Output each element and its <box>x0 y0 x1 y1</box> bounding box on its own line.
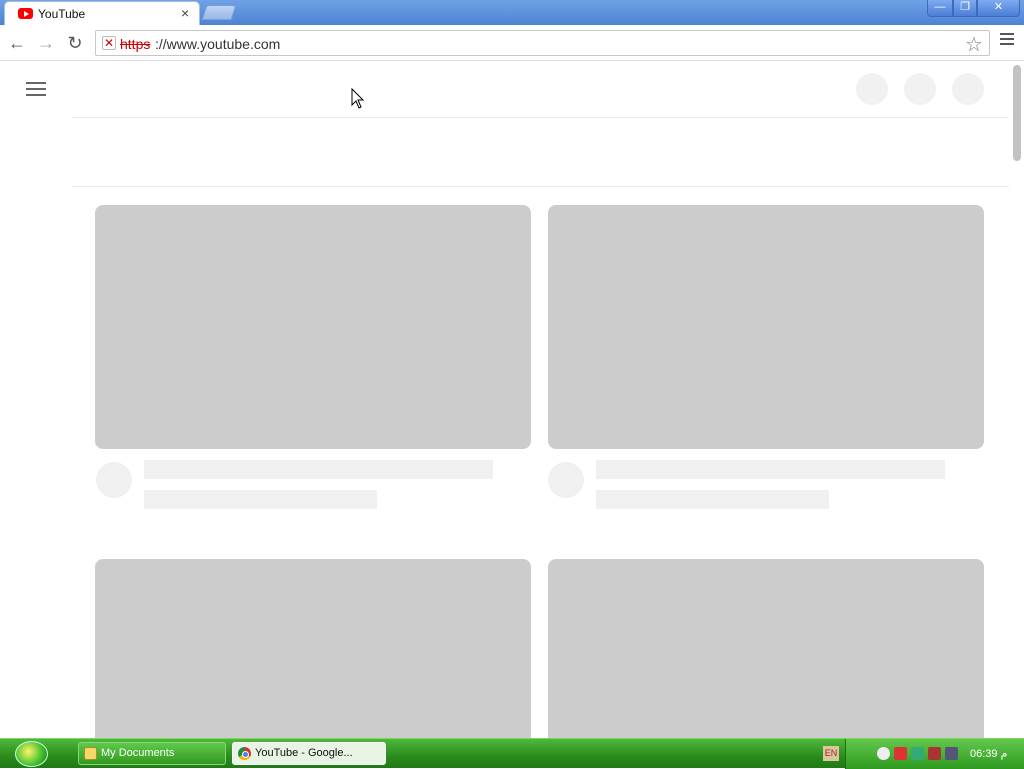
taskbar-item-my-documents[interactable]: My Documents <box>78 742 226 765</box>
channel-avatar-placeholder <box>548 462 584 498</box>
url-text: ://www.youtube.com <box>155 36 281 52</box>
security-shield-icon[interactable] <box>894 747 907 760</box>
meta-placeholder <box>144 490 377 509</box>
reload-button[interactable]: ↻ <box>63 31 87 55</box>
header-placeholder-circle <box>952 73 984 105</box>
header-divider <box>72 117 1009 118</box>
browser-titlebar: YouTube × — ❐ ✕ <box>0 0 1024 26</box>
browser-toolbar: ← → ↻ ✕ https ://www.youtube.com ☆ <box>0 25 1024 61</box>
chips-divider <box>72 186 1009 187</box>
insecure-icon[interactable]: ✕ <box>102 36 116 50</box>
scrollbar-thumb[interactable] <box>1013 65 1021 161</box>
tab-title: YouTube <box>38 7 86 21</box>
url-scheme: https <box>120 36 151 52</box>
page-viewport <box>0 62 1024 738</box>
forward-button[interactable]: → <box>34 31 58 55</box>
language-indicator[interactable]: EN <box>823 746 839 761</box>
window-maximize-button[interactable]: ❐ <box>953 0 977 17</box>
network-icon[interactable] <box>911 747 924 760</box>
start-button[interactable] <box>15 741 48 767</box>
windows-taskbar: My Documents YouTube - Google... EN 06:3… <box>0 738 1024 769</box>
task-label: My Documents <box>101 747 175 759</box>
video-thumbnail-placeholder <box>95 559 531 738</box>
taskbar-clock: 06:39 م <box>970 748 1008 760</box>
volume-icon[interactable] <box>945 747 958 760</box>
new-tab-button[interactable] <box>201 5 237 20</box>
folder-icon <box>84 747 97 760</box>
tray-app-icon[interactable] <box>877 747 890 760</box>
youtube-favicon-icon <box>18 8 33 19</box>
bookmark-star-icon[interactable]: ☆ <box>965 32 983 57</box>
task-label: YouTube - Google... <box>255 747 353 759</box>
back-button[interactable]: ← <box>5 31 29 55</box>
mouse-cursor-icon <box>351 88 365 109</box>
channel-avatar-placeholder <box>96 462 132 498</box>
page-scrollbar[interactable] <box>1010 62 1024 738</box>
hamburger-menu-icon[interactable] <box>26 82 46 96</box>
header-placeholder-circle <box>904 73 936 105</box>
taskbar-item-youtube-chrome[interactable]: YouTube - Google... <box>232 742 386 765</box>
window-minimize-button[interactable]: — <box>927 0 953 17</box>
tab-close-button[interactable]: × <box>181 5 189 21</box>
window-close-button[interactable]: ✕ <box>977 0 1020 17</box>
chrome-icon <box>238 747 251 760</box>
video-thumbnail-placeholder <box>548 205 984 449</box>
tab-youtube[interactable]: YouTube × <box>4 1 200 26</box>
title-placeholder <box>596 460 945 479</box>
video-thumbnail-placeholder <box>548 559 984 738</box>
address-bar[interactable]: ✕ https ://www.youtube.com ☆ <box>95 30 990 56</box>
title-placeholder <box>144 460 493 479</box>
meta-placeholder <box>596 490 829 509</box>
video-thumbnail-placeholder <box>95 205 531 449</box>
browser-menu-icon[interactable] <box>1000 33 1014 53</box>
tray-app-icon[interactable] <box>928 747 941 760</box>
header-placeholder-circle <box>856 73 888 105</box>
